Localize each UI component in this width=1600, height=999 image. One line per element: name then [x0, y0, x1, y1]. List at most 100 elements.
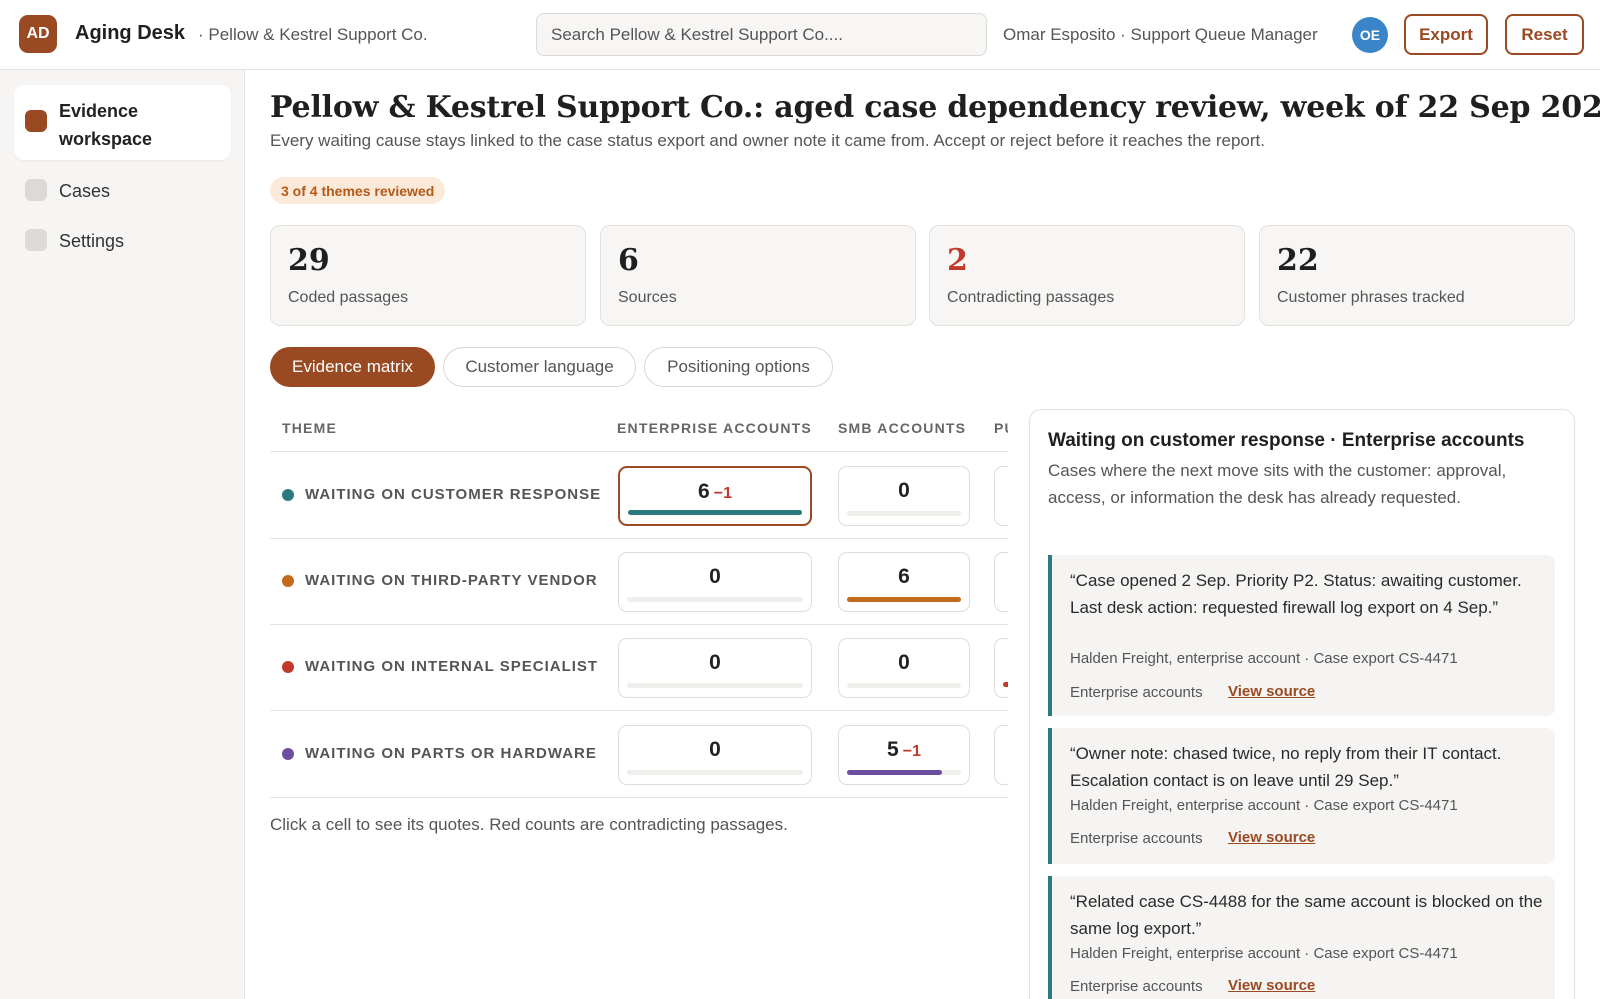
- search-input[interactable]: [536, 13, 987, 56]
- theme-dot: [282, 747, 294, 760]
- cell-parts-hardware-partial[interactable]: [994, 725, 1008, 785]
- theme-label: Waiting on parts or hardware: [305, 745, 597, 762]
- cell-customer-response-partial[interactable]: [994, 466, 1008, 526]
- cell-third-party-vendor-partial[interactable]: [994, 552, 1008, 612]
- org-name: · Pellow & Kestrel Support Co.: [198, 25, 428, 44]
- cell-bar: [628, 510, 802, 515]
- stat-value: 2: [947, 243, 968, 278]
- matrix-row-third-party-vendor: Waiting on third-party vendor: [282, 572, 598, 589]
- quote-segment: Enterprise accounts: [1070, 978, 1203, 995]
- view-source-link[interactable]: View source: [1228, 683, 1315, 700]
- cell-parts-hardware-enterprise[interactable]: 0: [618, 725, 812, 785]
- detail-title: Waiting on customer response · Enterpris…: [1048, 430, 1525, 451]
- quote-card: “Owner note: chased twice, no reply from…: [1048, 728, 1555, 864]
- cell-third-party-vendor-smb[interactable]: 6: [838, 552, 970, 612]
- evidence-matrix: Theme Enterprise accounts SMB accounts P…: [270, 408, 1008, 800]
- column-header-enterprise: Enterprise accounts: [617, 420, 812, 436]
- theme-label: Waiting on third-party vendor: [305, 572, 598, 589]
- sidebar-item-label: Cases: [59, 181, 111, 201]
- cell-internal-specialist-enterprise[interactable]: 0: [618, 638, 812, 698]
- quote-source-meta: Halden Freight, enterprise account · Cas…: [1070, 650, 1458, 667]
- cell-bar-fill: [1003, 682, 1008, 687]
- sidebar-item-cases[interactable]: Cases: [14, 174, 231, 208]
- contradict-count: −1: [713, 485, 732, 502]
- stat-card-coded-passages: 29 Coded passages: [270, 225, 586, 326]
- theme-label: Waiting on internal specialist: [305, 658, 599, 675]
- cell-value: 5 −1: [839, 738, 969, 762]
- sidebar: Evidence workspace Cases Settings: [0, 70, 245, 999]
- cell-customer-response-smb[interactable]: 0: [838, 466, 970, 526]
- cell-bar-fill: [847, 597, 961, 602]
- settings-icon: [25, 229, 47, 251]
- cell-customer-response-enterprise[interactable]: 6 −1: [618, 466, 812, 526]
- cell-count: 6: [698, 480, 710, 503]
- sidebar-item-settings[interactable]: Settings: [14, 224, 231, 258]
- theme-dot: [282, 660, 294, 673]
- divider: [270, 451, 1008, 452]
- cell-count: 5: [887, 738, 899, 761]
- theme-dot: [282, 574, 294, 587]
- tab-positioning-options[interactable]: Positioning options: [644, 347, 833, 387]
- avatar[interactable]: OE: [1352, 17, 1388, 53]
- review-progress-badge: 3 of 4 themes reviewed: [270, 177, 446, 204]
- app-name: Aging Desk: [75, 22, 186, 44]
- view-source-link[interactable]: View source: [1228, 977, 1315, 994]
- quote-card: “Case opened 2 Sep. Priority P2. Status:…: [1048, 555, 1555, 716]
- divider: [270, 624, 1008, 625]
- cell-value: 0: [898, 651, 910, 674]
- theme-label: Waiting on customer response: [305, 486, 602, 503]
- cell-bar: [627, 683, 803, 688]
- cell-value: 6: [898, 565, 910, 588]
- cell-bar: [847, 683, 961, 688]
- quote-source-meta: Halden Freight, enterprise account · Cas…: [1070, 797, 1458, 814]
- stat-label: Contradicting passages: [947, 289, 1115, 306]
- cell-bar: [627, 597, 803, 602]
- stat-card-customer-phrases: 22 Customer phrases tracked: [1259, 225, 1575, 326]
- matrix-row-customer-response: Waiting on customer response: [282, 486, 601, 503]
- cell-parts-hardware-smb[interactable]: 5 −1: [838, 725, 970, 785]
- column-header-theme: Theme: [282, 420, 337, 436]
- top-bar: AD Aging Desk · Pellow & Kestrel Support…: [0, 0, 1600, 70]
- cell-bar: [627, 770, 803, 775]
- cell-internal-specialist-partial[interactable]: [994, 638, 1008, 698]
- stat-value: 29: [288, 243, 330, 278]
- quote-text: “Case opened 2 Sep. Priority P2. Status:…: [1070, 571, 1522, 617]
- view-source-link[interactable]: View source: [1228, 829, 1315, 846]
- sidebar-item-label: Settings: [59, 231, 125, 251]
- stat-card-contradicting-passages: 2 Contradicting passages: [929, 225, 1245, 326]
- quote-segment: Enterprise accounts: [1070, 684, 1203, 701]
- quote-detail-panel: Waiting on customer response · Enterpris…: [1029, 409, 1575, 999]
- cell-bar: [847, 597, 961, 602]
- tab-evidence-matrix[interactable]: Evidence matrix: [270, 347, 435, 387]
- matrix-hint: Click a cell to see its quotes. Red coun…: [270, 815, 788, 834]
- sidebar-item-evidence-workspace[interactable]: Evidence workspace: [14, 85, 231, 160]
- cell-bar: [847, 770, 961, 775]
- cell-value: 0: [709, 651, 721, 674]
- stat-card-sources: 6 Sources: [600, 225, 916, 326]
- cell-third-party-vendor-enterprise[interactable]: 0: [618, 552, 812, 612]
- quote-source-meta: Halden Freight, enterprise account · Cas…: [1070, 945, 1458, 962]
- sidebar-item-label: Evidence workspace: [59, 101, 153, 149]
- app-logo: AD: [19, 15, 57, 53]
- quote-segment: Enterprise accounts: [1070, 830, 1203, 847]
- page-subtitle: Every waiting cause stays linked to the …: [270, 131, 1265, 150]
- cell-bar-fill: [628, 510, 802, 515]
- quote-text: “Related case CS-4488 for the same accou…: [1070, 892, 1543, 938]
- tab-customer-language[interactable]: Customer language: [443, 347, 636, 387]
- divider: [270, 797, 1008, 798]
- cell-bar-fill: [847, 770, 942, 775]
- cell-internal-specialist-smb[interactable]: 0: [838, 638, 970, 698]
- cell-value: 0: [709, 738, 721, 761]
- stat-value: 22: [1277, 243, 1319, 278]
- column-header-partial: Pu: [994, 420, 1008, 436]
- theme-dot: [282, 488, 294, 501]
- quote-text: “Owner note: chased twice, no reply from…: [1070, 744, 1502, 790]
- reset-button[interactable]: Reset: [1505, 14, 1584, 55]
- stat-value: 6: [618, 243, 639, 278]
- export-button[interactable]: Export: [1404, 14, 1488, 55]
- column-header-smb: SMB accounts: [838, 420, 967, 436]
- divider: [270, 538, 1008, 539]
- user-name: Omar Esposito · Support Queue Manager: [1003, 25, 1318, 44]
- page-title: Pellow & Kestrel Support Co.: aged case …: [270, 90, 1600, 125]
- cell-value: 6 −1: [620, 480, 810, 504]
